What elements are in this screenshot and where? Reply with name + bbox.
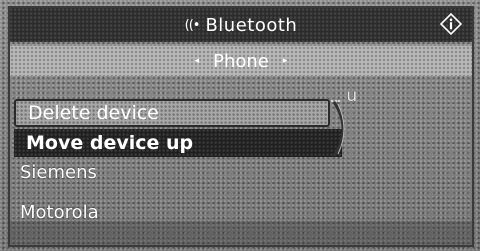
bottom-band — [10, 221, 472, 245]
tab-phone[interactable]: Phone — [213, 51, 269, 72]
menu-item-label: Delete device — [28, 102, 159, 124]
list-item-motorola[interactable]: Motorola — [20, 202, 99, 223]
tab-prev-arrow-icon[interactable]: ◂ — [195, 56, 200, 66]
info-icon[interactable] — [440, 13, 462, 35]
page-title: Bluetooth — [205, 14, 298, 36]
menu-item-delete-device[interactable]: Delete device — [14, 99, 330, 127]
menu-bracket-icon — [332, 101, 345, 157]
bluetooth-icon: ((• — [184, 17, 201, 33]
menu-item-label: Move device up — [26, 132, 194, 154]
context-menu: Delete device Move device up — [14, 98, 354, 158]
title-bar: ((• Bluetooth — [10, 8, 472, 42]
list-item-siemens[interactable]: Siemens — [20, 162, 97, 183]
menu-item-move-device-up[interactable]: Move device up — [14, 129, 342, 157]
tab-selector[interactable]: ◂ Phone ▸ — [10, 46, 472, 76]
tab-next-arrow-icon[interactable]: ▸ — [283, 56, 288, 66]
list-item-label: Siemens — [20, 162, 97, 183]
bluetooth-screen: ((• Bluetooth ◂ Phone ▸ u Delete device … — [0, 0, 480, 251]
list-item-label: Motorola — [20, 202, 99, 223]
